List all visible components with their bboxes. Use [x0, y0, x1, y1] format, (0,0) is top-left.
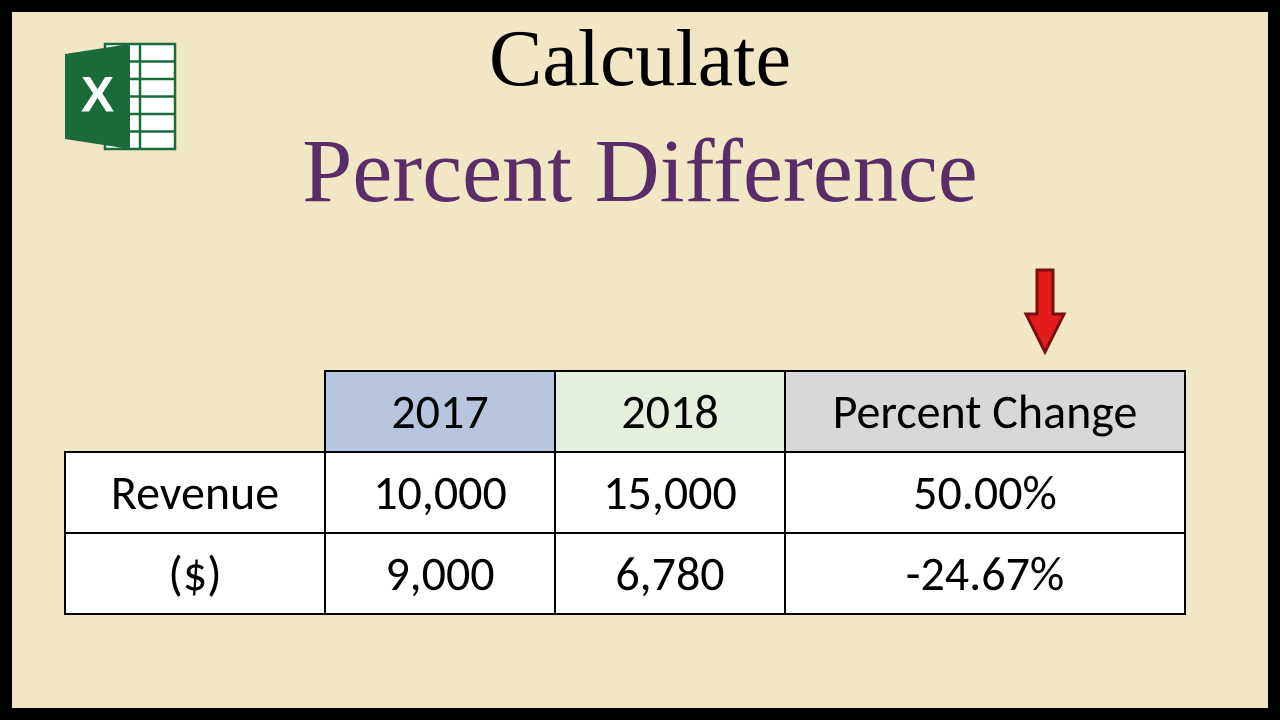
- cell-pct-row2: -24.67%: [785, 533, 1185, 614]
- cell-2018-row1: 15,000: [555, 452, 785, 533]
- cell-2018-row2: 6,780: [555, 533, 785, 614]
- col-header-2017: 2017: [325, 371, 555, 452]
- cell-2017-row1: 10,000: [325, 452, 555, 533]
- title-line-2: Percent Difference: [12, 120, 1268, 223]
- table-row: Revenue 10,000 15,000 50.00%: [65, 452, 1185, 533]
- arrow-down-icon: [1022, 266, 1068, 356]
- col-header-percent-change: Percent Change: [785, 371, 1185, 452]
- slide-frame: X Calculate Percent Difference 2017 2018…: [0, 0, 1280, 720]
- col-header-2018: 2018: [555, 371, 785, 452]
- table-header-row: 2017 2018 Percent Change: [65, 371, 1185, 452]
- table-row: ($) 9,000 6,780 -24.67%: [65, 533, 1185, 614]
- table-corner: [65, 371, 325, 452]
- cell-pct-row1: 50.00%: [785, 452, 1185, 533]
- title-line-1: Calculate: [12, 14, 1268, 105]
- row-label-top: Revenue: [65, 452, 325, 533]
- data-table: 2017 2018 Percent Change Revenue 10,000 …: [64, 370, 1186, 615]
- row-label-bottom: ($): [65, 533, 325, 614]
- cell-2017-row2: 9,000: [325, 533, 555, 614]
